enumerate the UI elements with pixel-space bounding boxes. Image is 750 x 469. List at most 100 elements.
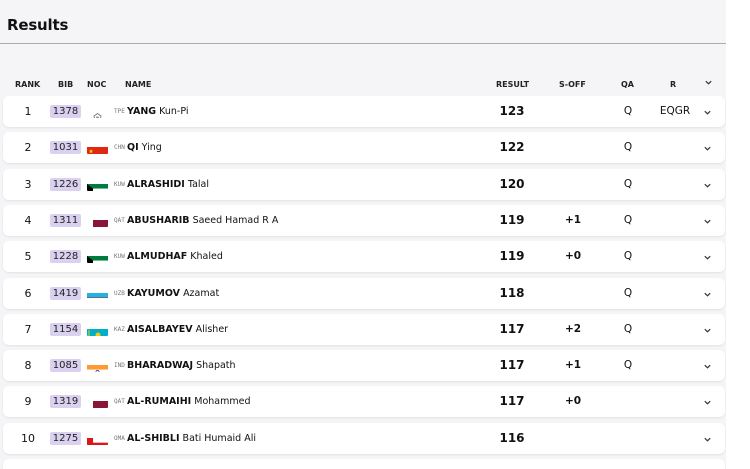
table-row[interactable]: 5 1228 KUW ALMUDHAF Khaled 119 +0 Q [3,241,725,273]
table-row[interactable]: 3 1226 KUW ALRASHIDI Talal 120 Q [3,168,725,200]
result-score: 122 [499,140,525,155]
athlete-given-name: Bati Humaid Ali [182,432,256,444]
athlete-surname: BHARADWAJ [127,360,194,372]
rank-cell: 4 [24,213,32,227]
oma-flag-icon [87,431,108,445]
record-mark [655,169,695,200]
result-score: 119 [499,212,525,227]
result-score: 117 [499,321,525,336]
expand-row-button[interactable] [700,350,714,381]
bib-badge: 1085 [50,359,81,373]
rank-cell: 2 [24,141,32,155]
col-noc-header: NOC [87,80,107,89]
athlete-name[interactable]: AL-SHIBLI Bati Humaid Ali [127,423,256,454]
bib-badge: 1378 [50,105,81,118]
qualification-mark: Q [623,286,633,299]
record-mark [655,386,695,417]
athlete-name[interactable]: ABUSHARIB Saeed Hamad R A [127,205,278,236]
result-score: 119 [499,249,525,264]
rank-cell: 10 [21,431,35,445]
expand-row-button[interactable] [700,278,714,309]
kaz-flag-icon [87,322,108,336]
athlete-surname: QI [127,142,139,154]
bib-badge: 1319 [50,395,81,409]
table-row[interactable]: 7 1154 KAZ AISALBAYEV Alisher 117 +2 Q [3,313,725,345]
athlete-given-name: Khaled [190,251,223,263]
shoot-off-score: +0 [564,395,582,408]
qat-flag-icon [87,394,108,409]
athlete-given-name: Kun-Pi [159,106,189,117]
shoot-off-score: +2 [564,322,582,335]
expand-row-button[interactable] [700,169,714,200]
athlete-name[interactable]: KAYUMOV Azamat [127,278,219,309]
record-mark [655,350,695,381]
athlete-name[interactable]: ALMUDHAF Khaled [127,241,223,272]
page-title: Results [7,16,69,34]
col-r-header: R [670,80,677,89]
rank-cell: 7 [24,322,32,336]
rank-cell: 6 [24,286,32,300]
qualification-mark: Q [623,359,633,372]
athlete-surname: YANG [127,106,157,117]
athlete-given-name: Ying [141,142,162,154]
chevron-down-icon [703,110,711,115]
shoot-off-score: +1 [564,359,582,372]
noc-code: CHN [114,144,125,152]
col-qa-header: QA [621,80,634,89]
bib-badge: 1031 [50,141,81,155]
athlete-surname: ALMUDHAF [127,251,188,263]
athlete-name[interactable]: QI Ying [127,132,162,163]
chevron-down-icon [703,328,711,333]
chevron-down-icon [703,255,711,260]
expand-row-button[interactable] [700,205,714,236]
noc-code: UZB [114,289,125,297]
athlete-surname: KAYUMOV [127,287,181,299]
noc-code: KUW [114,180,125,188]
title-divider [0,43,726,44]
record-mark [655,314,695,345]
expand-row-button[interactable] [700,386,714,417]
shoot-off-score [561,423,585,454]
expand-all-button[interactable] [704,78,713,87]
athlete-name[interactable]: YANG Kun-Pi [127,96,189,127]
table-row[interactable]: 4 1311 QAT ABUSHARIB Saeed Hamad R A 119 +1 Q [3,204,725,236]
table-row[interactable]: 2 1031 CHN QI Ying 122 Q [3,132,725,164]
expand-row-button[interactable] [700,241,714,272]
table-row[interactable]: 10 1275 OMA AL-SHIBLI Bati Humaid Ali 116 [3,422,725,454]
athlete-surname: AL-SHIBLI [127,432,180,444]
noc-code: KUW [114,253,125,261]
noc-code: IND [114,362,125,370]
table-row[interactable]: 1 1378 TPE YANG Kun-Pi 123 Q EQGR [3,96,725,127]
expand-row-button[interactable] [700,314,714,345]
qualification-mark [620,423,636,454]
athlete-given-name: Talal [187,178,210,190]
expand-row-button[interactable] [700,132,714,163]
shoot-off-score [561,96,585,127]
col-bib-header: BIB [58,80,74,89]
result-score: 117 [499,358,525,373]
table-header: RANK BIB NOC NAME RESULT S-OFF QA R [0,78,726,92]
table-row[interactable]: 9 1319 QAT AL-RUMAIHI Mohammed 117 +0 [3,386,725,418]
qualification-mark [620,386,636,417]
table-row[interactable]: 8 1085 IND BHARADWAJ Shapath 117 +1 Q [3,350,725,382]
athlete-surname: AL-RUMAIHI [127,396,192,408]
table-row[interactable]: 6 1419 UZB KAYUMOV Azamat 118 Q [3,277,725,309]
noc-code: KAZ [114,325,125,333]
record-mark [655,423,695,454]
rank-cell: 9 [24,395,32,409]
expand-row-button[interactable] [700,423,714,454]
athlete-name[interactable]: ALRASHIDI Talal [127,169,209,200]
result-score: 120 [499,176,525,191]
athlete-surname: AISALBAYEV [127,323,193,335]
bib-badge: 1226 [50,177,81,191]
noc-code: TPE [114,108,125,115]
result-score: 117 [499,394,525,409]
athlete-name[interactable]: AL-RUMAIHI Mohammed [127,386,251,417]
noc-code: QAT [114,216,125,224]
record-mark [655,241,695,272]
table-row[interactable] [3,459,725,469]
athlete-name[interactable]: BHARADWAJ Shapath [127,350,236,381]
expand-row-button[interactable] [700,96,714,127]
athlete-name[interactable]: AISALBAYEV Alisher [127,314,228,345]
noc-code: QAT [114,398,125,406]
